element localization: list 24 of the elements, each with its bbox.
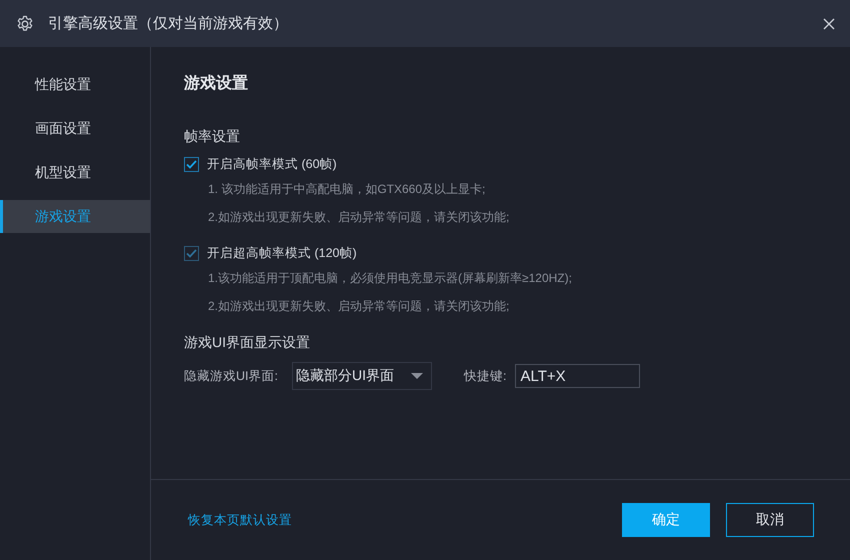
window-title: 引擎高级设置（仅对当前游戏有效） — [48, 14, 289, 33]
sidebar-item[interactable]: 机型设置 — [0, 156, 150, 189]
field-label: 隐藏游戏UI界面: — [184, 368, 278, 384]
dropdown[interactable]: 隐藏部分UI界面 — [292, 362, 432, 390]
section-title: 帧率设置 — [184, 128, 241, 146]
note-text: 2.如游戏出现更新失败、启动异常等问题，请关闭该功能; — [208, 209, 510, 225]
note-text: 2.如游戏出现更新失败、启动异常等问题，请关闭该功能; — [208, 298, 510, 314]
caret-icon — [410, 372, 423, 380]
sidebar-item[interactable]: 游戏设置 — [0, 200, 150, 233]
field-label: 快捷键: — [464, 368, 506, 384]
checkbox-label: 开启高帧率模式 (60帧) — [207, 156, 337, 173]
section-title: 游戏UI界面显示设置 — [184, 334, 311, 352]
cancel-button[interactable]: 取消 — [726, 503, 814, 537]
hotkey-field[interactable]: ALT+X — [515, 364, 640, 388]
note-text: 1. 该功能适用于中高配电脑，如GTX660及以上显卡; — [208, 181, 486, 197]
close-icon[interactable] — [822, 16, 836, 30]
settings-icon — [16, 14, 34, 32]
sidebar-item[interactable]: 画面设置 — [0, 112, 150, 145]
sidebar-item[interactable]: 性能设置 — [0, 68, 150, 101]
note-text: 1.该功能适用于顶配电脑，必须使用电竞显示器(屏幕刷新率≥120HZ); — [208, 270, 573, 286]
checkbox[interactable] — [184, 157, 199, 172]
reset-link[interactable]: 恢复本页默认设置 — [188, 512, 606, 528]
section-heading: 游戏设置 — [184, 74, 249, 94]
checkbox-label: 开启超高帧率模式 (120帧) — [207, 245, 357, 262]
